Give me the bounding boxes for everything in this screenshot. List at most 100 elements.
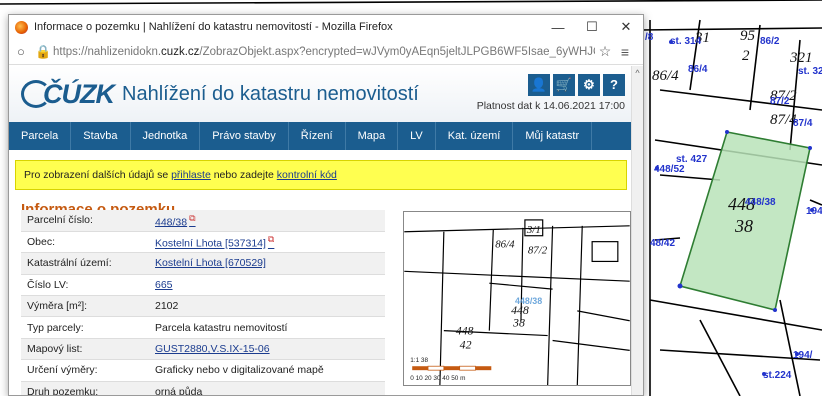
info-row-value[interactable]: 665: [149, 274, 385, 297]
main-nav: Parcela Stavba Jednotka Právo stavby Říz…: [9, 122, 633, 150]
info-row-label: Určení výměry:: [21, 359, 149, 382]
scroll-up-icon[interactable]: ^: [632, 68, 643, 78]
svg-text:321: 321: [789, 50, 813, 66]
info-row-value-text: orná půda: [155, 385, 203, 396]
minimize-button[interactable]: —: [541, 20, 575, 35]
mini-map-label: 42: [460, 337, 472, 351]
info-row-value-text[interactable]: Kostelní Lhota [537314]: [155, 238, 266, 250]
url-field[interactable]: https://nahlizenidokn.cuzk.cz/ZobrazObje…: [53, 46, 595, 58]
external-link-icon[interactable]: ⧉: [268, 234, 274, 244]
nav-stavba[interactable]: Stavba: [71, 122, 131, 150]
mini-map-highlight-label: 448/38: [515, 296, 542, 306]
settings-icon[interactable]: ⚙: [578, 74, 600, 96]
info-row-value-text[interactable]: 665: [155, 279, 173, 291]
info-row-value: Parcela katastru nemovitostí: [149, 316, 385, 339]
cuzk-logo[interactable]: ČÚZK: [21, 79, 115, 110]
svg-text:86/2: 86/2: [760, 36, 780, 47]
info-row-value-text: Parcela katastru nemovitostí: [155, 321, 288, 334]
cart-icon[interactable]: 🛒: [553, 74, 575, 96]
help-icon[interactable]: ?: [603, 74, 625, 96]
svg-text:48/42: 48/42: [650, 238, 675, 249]
info-row: Druh pozemku: orná půda: [21, 381, 385, 396]
external-link-icon[interactable]: ⧉: [189, 213, 195, 223]
header-icons: 👤 🛒 ⚙ ?: [528, 74, 625, 96]
nav-muj-katastr[interactable]: Můj katastr: [513, 122, 593, 150]
svg-text:95: 95: [740, 28, 756, 44]
info-row-value[interactable]: Kostelní Lhota [537314] ⧉: [149, 231, 385, 254]
info-row-label: Katastrální území:: [21, 252, 149, 275]
user-icon[interactable]: 👤: [528, 74, 550, 96]
title-bar: Informace o pozemku | Nahlížení do katas…: [9, 15, 643, 39]
site-header: ČÚZK Nahlížení do katastru nemovitostí 👤…: [9, 66, 633, 122]
info-row-label: Číslo LV:: [21, 274, 149, 297]
info-row-value[interactable]: Kostelní Lhota [670529]: [149, 252, 385, 275]
nav-kat-uzemi[interactable]: Kat. území: [436, 122, 514, 150]
close-button[interactable]: ✕: [609, 19, 643, 35]
info-row-value[interactable]: GUST2880,V.S.IX-15-06: [149, 338, 385, 361]
svg-text:87/2: 87/2: [770, 96, 790, 107]
site-title: Nahlížení do katastru nemovitostí: [122, 82, 419, 105]
info-row-label: Parcelní číslo:: [21, 210, 149, 232]
nav-rizeni[interactable]: Řízení: [289, 122, 346, 150]
info-row-label: Výměra [m²]:: [21, 295, 149, 318]
info-row: Parcelní číslo: 448/38 ⧉: [21, 210, 385, 232]
svg-text:194: 194: [806, 206, 822, 217]
info-row-value-text: Graficky nebo v digitalizované mapě: [155, 364, 324, 377]
bookmark-star-icon[interactable]: ☆: [595, 43, 615, 60]
info-row-value[interactable]: 448/38 ⧉: [149, 210, 385, 232]
info-row: Číslo LV: 665: [21, 274, 385, 297]
parcel-mini-map[interactable]: 3/1 86/4 87/2 448 38 448 42 448/38 1:1 3…: [403, 211, 631, 386]
nav-lv[interactable]: LV: [398, 122, 436, 150]
svg-text:st. 320: st. 320: [798, 66, 822, 77]
maximize-button[interactable]: ☐: [575, 19, 609, 35]
info-row: Typ parcely: Parcela katastru nemovitostí: [21, 316, 385, 339]
svg-text:2: 2: [742, 48, 750, 64]
info-row: Obec: Kostelní Lhota [537314] ⧉: [21, 231, 385, 254]
mini-map-label: 448: [456, 324, 474, 338]
window-title: Informace o pozemku | Nahlížení do katas…: [34, 21, 393, 33]
firefox-icon: [15, 20, 28, 34]
shield-icon[interactable]: ○: [17, 44, 35, 59]
svg-text:st.224: st.224: [763, 370, 792, 381]
info-row-value: 2102: [149, 295, 385, 318]
info-row-value-text[interactable]: Kostelní Lhota [670529]: [155, 257, 266, 269]
nav-jednotka[interactable]: Jednotka: [131, 122, 201, 150]
url-rest: /ZobrazObjekt.aspx?encrypted=wJVym0yAEqn…: [199, 45, 595, 58]
menu-icon[interactable]: ≡: [615, 44, 635, 60]
nav-parcela[interactable]: Parcela: [9, 122, 72, 150]
svg-text:st. 314: st. 314: [670, 36, 702, 47]
parcel-info-table: Parcelní číslo: 448/38 ⧉ Obec: Kostelní Lhot…: [21, 210, 385, 396]
login-notice: Pro zobrazení dalších údajů se přihlaste…: [15, 160, 627, 190]
login-link[interactable]: přihlaste: [171, 169, 211, 181]
info-row: Určení výměry: Graficky nebo v digitalizo…: [21, 359, 385, 382]
svg-text:86/4: 86/4: [652, 68, 679, 84]
svg-text:86/4: 86/4: [688, 64, 708, 75]
mini-map-label: 86/4: [495, 239, 515, 251]
nav-pravo-stavby[interactable]: Právo stavby: [200, 122, 289, 150]
info-row: Katastrální území: Kostelní Lhota [670529…: [21, 252, 385, 275]
mini-map-scale-text: 1:1 38: [410, 357, 428, 364]
info-row-value: Graficky nebo v digitalizované mapě: [149, 359, 385, 382]
address-bar[interactable]: ○ 🔒 https://nahlizenidokn.cuzk.cz/Zobraz…: [9, 39, 643, 65]
scale-bar: [412, 365, 492, 371]
nav-mapa[interactable]: Mapa: [346, 122, 399, 150]
svg-text:448/52: 448/52: [654, 164, 685, 175]
control-code-link[interactable]: kontrolní kód: [277, 169, 337, 181]
notice-text-before: Pro zobrazení dalších údajů se: [24, 169, 172, 181]
svg-text:/8: /8: [645, 32, 654, 43]
data-validity: Platnost dat k 14.06.2021 17:00: [476, 100, 625, 112]
info-row-label: Mapový list:: [21, 338, 149, 361]
info-row-label: Obec:: [21, 231, 149, 254]
page-scrollbar[interactable]: ^: [631, 66, 643, 395]
svg-text:87/4: 87/4: [793, 118, 813, 129]
info-row-value-text[interactable]: GUST2880,V.S.IX-15-06: [155, 343, 270, 355]
mini-map-label: 87/2: [528, 245, 548, 257]
info-row-label: Typ parcely:: [21, 316, 149, 339]
lock-icon: 🔒: [35, 43, 52, 59]
info-row-value-text: 2102: [155, 300, 179, 313]
svg-text:38: 38: [734, 216, 753, 236]
notice-text-middle: nebo zadejte: [210, 169, 277, 181]
info-row: Výměra [m²]: 2102: [21, 295, 385, 318]
mini-map-label: 38: [512, 316, 525, 330]
info-row-value-text[interactable]: 448/38: [155, 216, 187, 228]
